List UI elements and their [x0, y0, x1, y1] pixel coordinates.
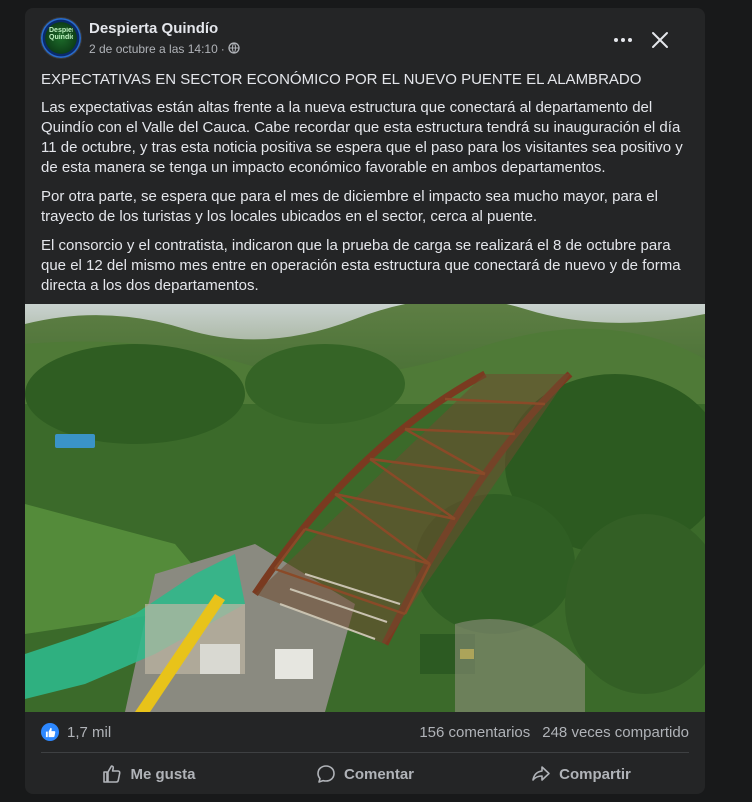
post-card: Despierta Quindío Despierta Quindío 2 de… [25, 8, 705, 794]
comment-button-label: Comentar [343, 765, 414, 783]
globe-icon[interactable] [228, 42, 240, 57]
avatar-logo-text: Despierta Quindío [49, 27, 73, 41]
bridge-photo-illustration [25, 304, 705, 712]
close-icon [652, 32, 668, 48]
thumbs-up-icon [103, 765, 122, 783]
thumbs-up-icon[interactable] [41, 723, 59, 741]
like-button[interactable]: Me gusta [41, 756, 257, 792]
post-paragraph: Las expectativas están altas frente a la… [41, 99, 683, 176]
share-count[interactable]: 248 veces compartido [542, 724, 689, 741]
more-options-button[interactable] [609, 26, 637, 54]
close-button[interactable] [646, 26, 674, 54]
post-title: EXPECTATIVAS EN SECTOR ECONÓMICO POR EL … [41, 71, 642, 88]
reaction-stats: 1,7 mil 156 comentarios 248 veces compart… [41, 722, 689, 744]
more-horizontal-icon [614, 38, 632, 42]
share-button-label: Compartir [559, 765, 631, 783]
page-name-link[interactable]: Despierta Quindío [89, 20, 218, 37]
actions-divider [41, 752, 689, 753]
post-photo[interactable] [25, 304, 705, 712]
post-body: EXPECTATIVAS EN SECTOR ECONÓMICO POR EL … [41, 70, 691, 305]
like-count[interactable]: 1,7 mil [67, 724, 111, 741]
like-button-label: Me gusta [130, 765, 196, 783]
action-bar: Me gusta Comentar Compartir [41, 756, 689, 792]
share-arrow-icon [532, 766, 550, 781]
post-header: Despierta Quindío Despierta Quindío 2 de… [41, 18, 689, 62]
post-timestamp[interactable]: 2 de octubre a las 14:10 [89, 42, 218, 56]
comment-bubble-icon [317, 765, 335, 783]
post-paragraph: El consorcio y el contratista, indicaron… [41, 237, 681, 294]
comment-count[interactable]: 156 comentarios [419, 724, 530, 741]
share-button[interactable]: Compartir [473, 756, 689, 792]
meta-separator: · [220, 42, 225, 56]
post-meta: 2 de octubre a las 14:10 · [89, 42, 240, 57]
comment-button[interactable]: Comentar [257, 756, 473, 792]
engagement-counts: 156 comentarios 248 veces compartido [419, 724, 689, 741]
post-paragraph: Por otra parte, se espera que para el me… [41, 188, 658, 225]
page-avatar[interactable]: Despierta Quindío [41, 18, 81, 58]
